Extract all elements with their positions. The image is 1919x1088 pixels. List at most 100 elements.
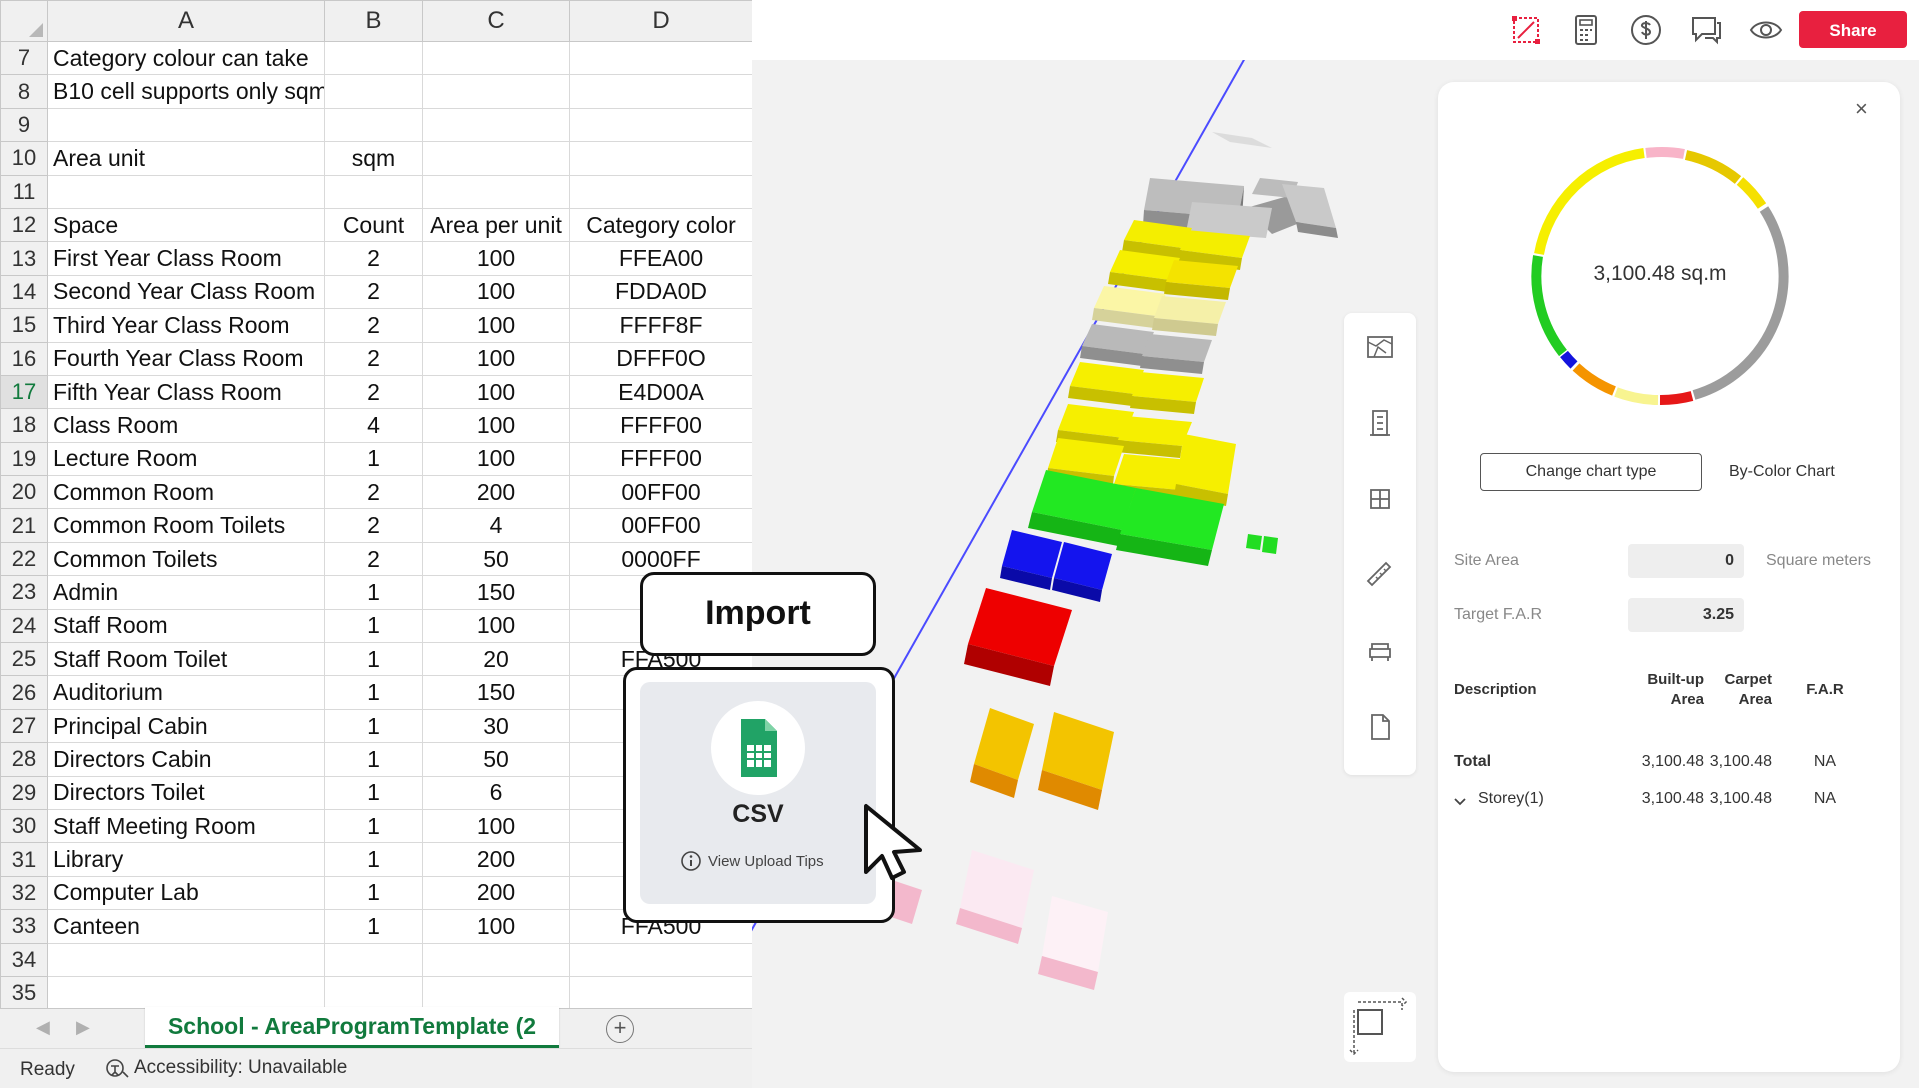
cell-c[interactable] [422,942,570,977]
cell-c[interactable] [422,174,570,209]
cell-b[interactable]: 1 [324,675,423,710]
cell-b[interactable] [324,975,423,1011]
row-number[interactable]: 9 [0,107,48,143]
cell-c[interactable]: 200 [422,475,570,510]
row-number[interactable]: 22 [0,541,48,577]
column-header-d[interactable]: D [569,0,752,42]
cell-b[interactable]: 1 [324,808,423,844]
cell-b[interactable]: 1 [324,909,423,944]
row-number[interactable]: 17 [0,374,48,410]
ruler-icon[interactable] [1364,559,1396,591]
cell-a[interactable] [47,975,325,1011]
row-number[interactable]: 14 [0,274,48,310]
cell-b[interactable]: sqm [324,141,423,176]
row-number[interactable]: 24 [0,608,48,644]
cell-d[interactable] [569,942,752,977]
cell-b[interactable] [324,74,423,109]
cell-a[interactable]: First Year Class Room [47,241,325,276]
cell-b[interactable] [324,942,423,977]
cell-c[interactable]: 100 [422,408,570,443]
cell-b[interactable]: 2 [324,274,423,310]
calculator-icon[interactable] [1569,13,1603,47]
cell-d[interactable] [569,40,752,76]
row-number[interactable]: 28 [0,742,48,777]
cell-b[interactable]: 1 [324,875,423,911]
cell-a[interactable]: Directors Toilet [47,775,325,810]
row-number[interactable]: 31 [0,842,48,877]
furniture-icon[interactable] [1364,635,1396,667]
cell-d[interactable]: 00FF00 [569,475,752,510]
next-sheet-icon[interactable]: ▶ [76,1017,90,1038]
row-number[interactable]: 11 [0,174,48,209]
cell-d[interactable]: FFEA00 [569,241,752,276]
cell-c[interactable] [422,40,570,76]
cell-c[interactable] [422,74,570,109]
cell-a[interactable]: Staff Room Toilet [47,642,325,677]
cell-b[interactable]: 1 [324,642,423,677]
column-header-a[interactable]: A [47,0,325,42]
row-number[interactable]: 29 [0,775,48,810]
cell-b[interactable] [324,174,423,209]
column-header-c[interactable]: C [422,0,570,42]
cell-a[interactable]: Common Toilets [47,541,325,577]
cell-a[interactable]: Category colour can take [47,40,325,76]
cell-a[interactable]: Staff Room [47,608,325,644]
cell-c[interactable]: 200 [422,875,570,911]
cell-c[interactable]: 100 [422,374,570,410]
cell-a[interactable]: Area unit [47,141,325,176]
cell-d[interactable]: FDDA0D [569,274,752,310]
eye-icon[interactable] [1749,13,1783,47]
cell-b[interactable]: 1 [324,842,423,877]
map-icon[interactable] [1364,331,1396,363]
cell-d[interactable]: 00FF00 [569,508,752,543]
cell-a[interactable]: Common Room [47,475,325,510]
cell-a[interactable]: Class Room [47,408,325,443]
cell-b[interactable]: 2 [324,341,423,376]
cell-c[interactable] [422,141,570,176]
cell-b[interactable]: 1 [324,708,423,744]
cell-c[interactable] [422,107,570,143]
by-color-chart-link[interactable]: By-Color Chart [1729,463,1835,481]
cell-b[interactable] [324,40,423,76]
chevron-down-icon[interactable] [1452,794,1468,810]
cell-c[interactable]: 100 [422,341,570,376]
cell-b[interactable]: 2 [324,308,423,343]
row-number[interactable]: 34 [0,942,48,977]
cell-c[interactable]: 200 [422,842,570,877]
cell-b[interactable] [324,107,423,143]
cell-d[interactable]: FFFF00 [569,441,752,477]
cell-b[interactable]: 2 [324,475,423,510]
cell-a[interactable]: Auditorium [47,675,325,710]
cell-a[interactable]: Library [47,842,325,877]
row-number[interactable]: 26 [0,675,48,710]
row-number[interactable]: 27 [0,708,48,744]
row-number[interactable]: 15 [0,308,48,343]
site-area-input[interactable] [1628,544,1744,578]
prev-sheet-icon[interactable]: ◀ [36,1017,50,1038]
document-icon[interactable] [1364,711,1396,743]
cell-b[interactable]: 1 [324,608,423,644]
cell-d[interactable]: E4D00A [569,374,752,410]
cell-c[interactable]: 100 [422,909,570,944]
cell-c[interactable] [422,975,570,1011]
cell-b[interactable]: 2 [324,541,423,577]
cell-c[interactable]: 50 [422,742,570,777]
cell-c[interactable]: 150 [422,675,570,710]
select-all-corner[interactable] [0,0,48,42]
cell-c[interactable]: 100 [422,274,570,310]
cell-c[interactable]: 150 [422,575,570,610]
cell-b[interactable]: 1 [324,575,423,610]
cell-a[interactable]: Third Year Class Room [47,308,325,343]
cell-b[interactable]: 4 [324,408,423,443]
close-icon[interactable]: × [1855,96,1868,122]
row-number[interactable]: 8 [0,74,48,109]
row-number[interactable]: 12 [0,207,48,243]
view-upload-tips-link[interactable]: View Upload Tips [680,850,824,872]
cell-c[interactable]: Area per unit [422,207,570,243]
cell-c[interactable]: 20 [422,642,570,677]
cell-c[interactable]: 100 [422,308,570,343]
cell-a[interactable]: B10 cell supports only sqm/ sqft [47,74,325,109]
cell-b[interactable]: 1 [324,441,423,477]
row-number[interactable]: 35 [0,975,48,1011]
cell-c[interactable]: 50 [422,541,570,577]
